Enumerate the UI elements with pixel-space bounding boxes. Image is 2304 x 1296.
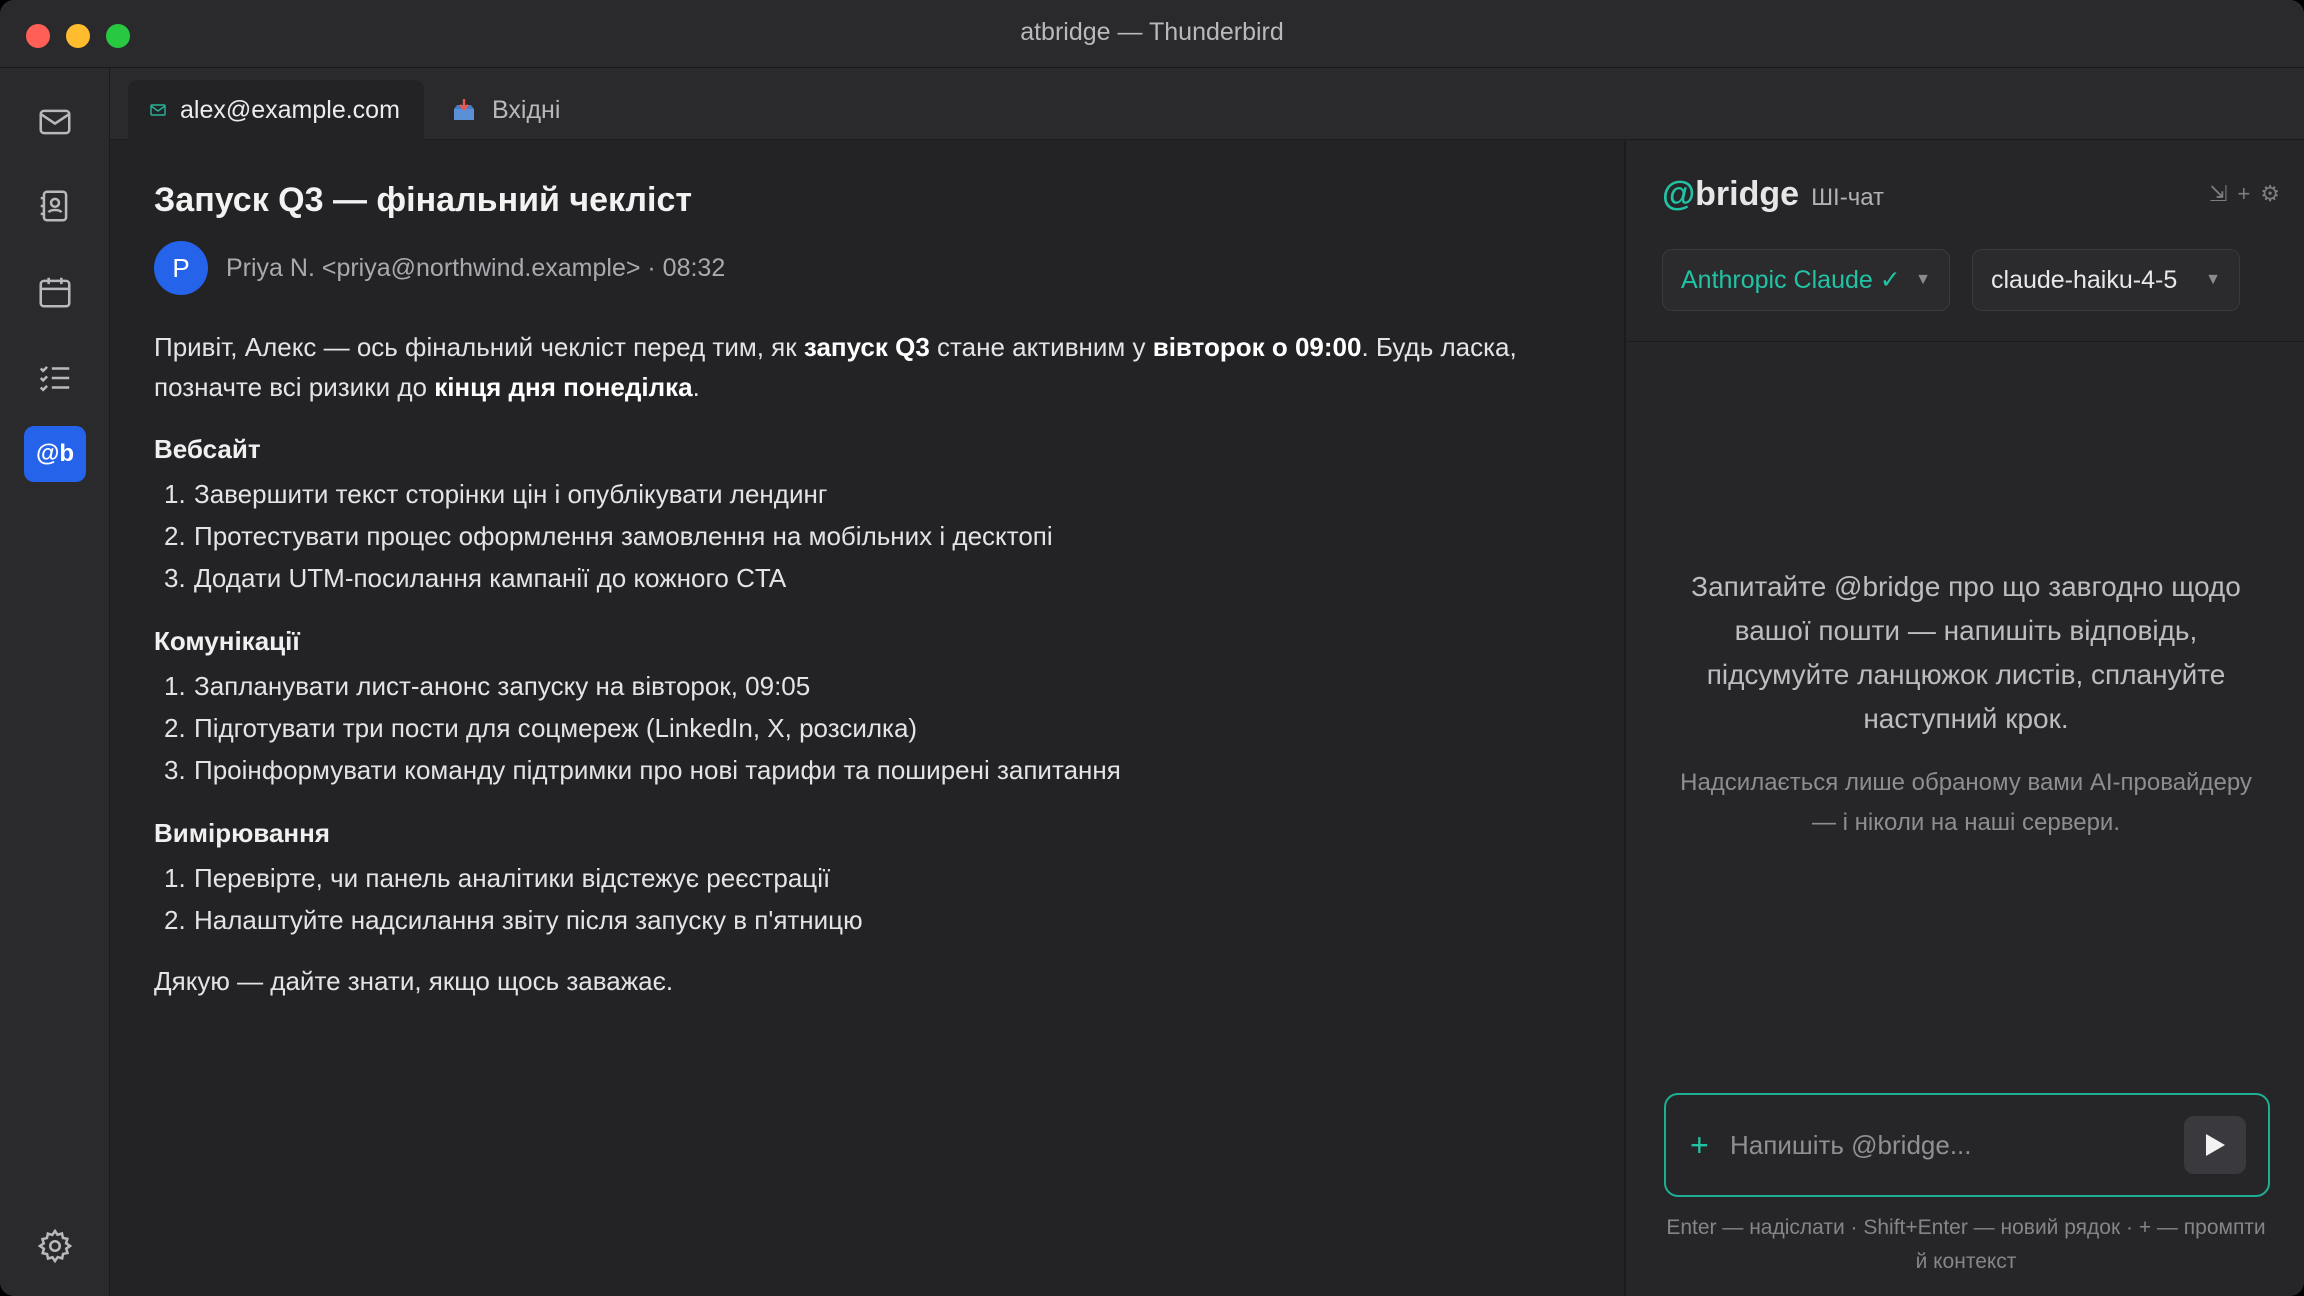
keyboard-hint: Enter — надіслати · Shift+Enter — новий … [1666, 1216, 2266, 1273]
pop-out-icon[interactable]: ⇲ [2209, 181, 2227, 207]
atbridge-icon: @b [35, 440, 75, 467]
section-title: Комунікації [154, 626, 300, 656]
tasks-button[interactable] [24, 350, 86, 406]
list-item-text: Завершити текст сторінки цін і опублікув… [194, 479, 828, 509]
list-item: 1. Запланувати лист-анонс запуску на вівт… [164, 671, 811, 701]
send-icon [2206, 1134, 2225, 1156]
privacy-note: Надсилається лише обраному вами AI-прова… [1680, 769, 2252, 836]
mail-icon [150, 104, 166, 116]
message-body: Привіт, Алекс — ось фінальний чекліст пе… [154, 327, 1574, 1001]
intro-bold: вівторок о 09:00 [1152, 332, 1362, 362]
chevron-down-icon: ▼ [2205, 271, 2221, 288]
list-item: 1. Завершити текст сторінки цін і опублік… [164, 479, 828, 509]
chat-input[interactable] [1730, 1129, 2184, 1161]
avatar: P [154, 241, 208, 295]
section-title: Вимірювання [154, 818, 330, 848]
inbox-icon [450, 97, 478, 123]
closing-line: Дякую — дайте знати, якщо щось заважає. [154, 966, 674, 996]
window-title: atbridge — Thunderbird [1020, 18, 1284, 46]
add-context-icon[interactable]: + [1690, 1127, 1716, 1164]
list-item: 2. Підготувати три пости для соцмереж (Li… [164, 713, 918, 743]
model-select[interactable]: claude-haiku-4-5 ▼ [1972, 249, 2240, 311]
spaces-toolbar: @b [0, 68, 110, 1296]
list-item-text: Налаштуйте надсилання звіту після запуск… [194, 905, 863, 935]
intro-bold: кінця дня понеділка [434, 372, 693, 402]
list-item-text: Проінформувати команду підтримки про нов… [194, 755, 1121, 785]
tab-label: alex@example.com [180, 95, 400, 124]
brand-logo: @bridge [1662, 175, 1799, 214]
gear-icon [37, 1228, 73, 1264]
intro-text: . [692, 372, 700, 402]
mail-space-button[interactable] [24, 94, 86, 150]
address-book-button[interactable] [24, 178, 86, 234]
mail-icon [39, 109, 71, 135]
chevron-down-icon: ▼ [1915, 271, 1931, 288]
tab-bar: alex@example.com Вхідні [110, 68, 2304, 140]
list-item-text: Підготувати три пости для соцмереж (Link… [194, 713, 918, 743]
settings-button[interactable] [24, 1218, 86, 1274]
list-item: 1. Перевірте, чи панель аналітики відстеж… [164, 863, 831, 893]
tab-account[interactable]: alex@example.com [128, 80, 424, 140]
list-item: 2. Налаштуйте надсилання звіту після запу… [164, 905, 863, 935]
intro-text: стане активним у [929, 332, 1153, 362]
empty-state-message: Запитайте @bridge про що завгодно щодо в… [1691, 571, 2241, 734]
list-item: 2. Протестувати процес оформлення замовле… [164, 521, 1053, 551]
calendar-icon [39, 277, 71, 308]
chat-composer: + [1664, 1093, 2270, 1197]
list-item-text: Перевірте, чи панель аналітики відстежує… [194, 863, 831, 893]
tasks-icon [39, 366, 70, 392]
provider-value: Anthropic Claude ✓ [1681, 266, 1901, 294]
new-chat-icon[interactable]: + [2237, 181, 2250, 207]
checklist: 1. Запланувати лист-анонс запуску на вівт… [154, 665, 1574, 791]
message-subject: Запуск Q3 — фінальний чекліст [154, 181, 693, 219]
chat-header: @bridge ШІ-чат [1662, 175, 1884, 214]
divider [1626, 341, 2304, 342]
gear-icon[interactable]: ⚙ [2260, 181, 2280, 207]
calendar-button[interactable] [24, 264, 86, 320]
ai-chat-panel: @bridge ШІ-чат ⇲ + ⚙ Anthropic Claude ✓ … [1624, 141, 2304, 1296]
chat-subtitle: ШІ-чат [1811, 184, 1885, 211]
checklist: 1. Перевірте, чи панель аналітики відстеж… [154, 857, 1574, 941]
brand-name: bridge [1695, 175, 1800, 213]
message-pane: Запуск Q3 — фінальний чекліст P Priya N.… [110, 141, 1624, 1296]
list-item-text: Запланувати лист-анонс запуску на вівтор… [194, 671, 811, 701]
provider-select[interactable]: Anthropic Claude ✓ ▼ [1662, 249, 1950, 311]
atbridge-button[interactable]: @b [24, 426, 86, 482]
brand-at: @ [1662, 175, 1696, 213]
section-title: Вебсайт [154, 434, 261, 464]
intro-text: Привіт, Алекс — ось фінальний чекліст пе… [154, 332, 804, 362]
app-window: atbridge — Thunderbird @b alex@example.c… [0, 0, 2304, 1296]
list-item: 3. Проінформувати команду підтримки про н… [164, 755, 1121, 785]
intro-bold: запуск Q3 [803, 332, 930, 362]
model-value: claude-haiku-4-5 [1991, 265, 2178, 294]
tab-inbox[interactable]: Вхідні [450, 80, 560, 140]
checklist: 1. Завершити текст сторінки цін і опублік… [154, 473, 1574, 599]
list-item-text: Додати UTM-посилання кампанії до кожного… [194, 563, 787, 593]
tab-label: Вхідні [492, 95, 561, 124]
list-item: 3. Додати UTM-посилання кампанії до кожно… [164, 563, 787, 593]
address-book-icon [40, 190, 68, 222]
intro-paragraph: Привіт, Алекс — ось фінальний чекліст пе… [154, 327, 1574, 407]
sender-row: P Priya N. <priya@northwind.example> · 0… [154, 241, 725, 295]
sender-info[interactable]: Priya N. <priya@northwind.example> · 08:… [226, 254, 725, 283]
chat-header-actions: ⇲ + ⚙ [2209, 181, 2280, 207]
list-item-text: Протестувати процес оформлення замовленн… [194, 521, 1053, 551]
send-button[interactable] [2184, 1116, 2246, 1174]
title-bar: atbridge — Thunderbird [0, 0, 2304, 68]
